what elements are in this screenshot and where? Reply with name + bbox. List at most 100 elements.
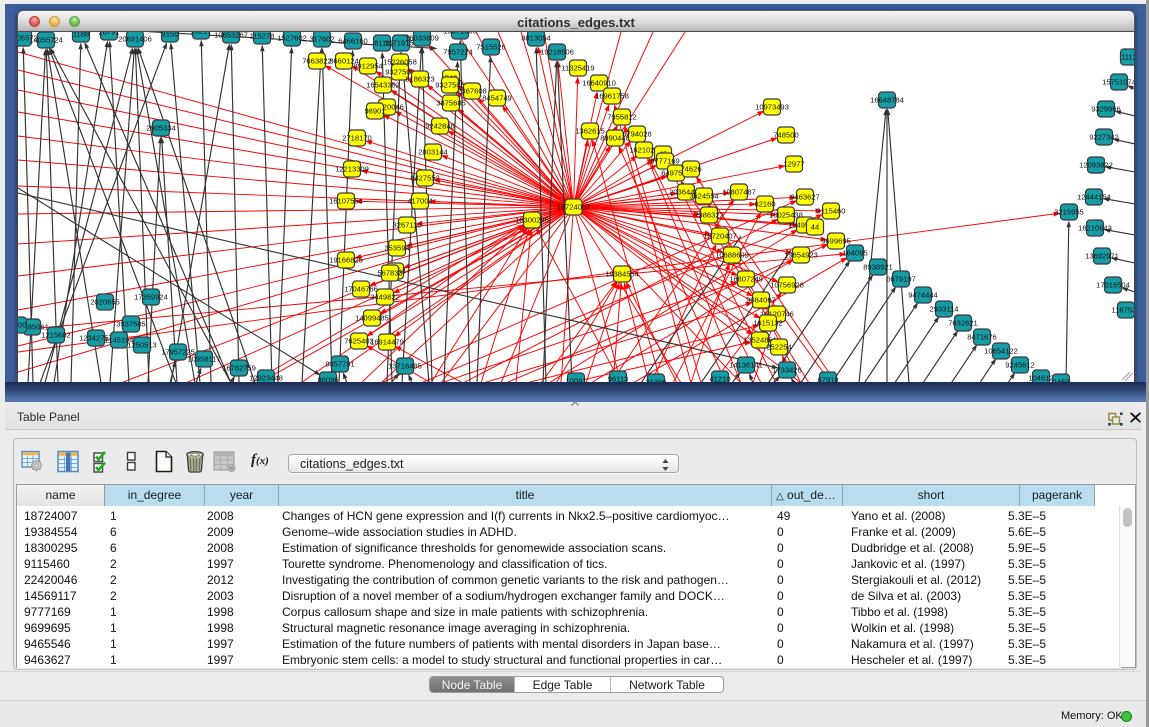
svg-text:10654122: 10654122 — [984, 346, 1018, 355]
svg-text:87918: 87918 — [817, 375, 838, 382]
svg-text:9329966: 9329966 — [1091, 104, 1121, 113]
svg-text:9242848: 9242848 — [425, 121, 455, 130]
svg-text:9245612: 9245612 — [1005, 360, 1035, 369]
svg-text:19654923: 19654923 — [784, 250, 818, 259]
svg-text:16033809: 16033809 — [405, 33, 439, 42]
svg-text:20791: 20791 — [98, 32, 119, 36]
svg-text:16671355: 16671355 — [443, 32, 477, 35]
svg-text:16648784: 16648784 — [870, 95, 904, 104]
svg-text:14136141: 14136141 — [729, 360, 763, 369]
svg-text:104612: 104612 — [1028, 373, 1053, 382]
svg-text:8471676: 8471676 — [967, 332, 997, 341]
svg-text:6679197: 6679197 — [886, 274, 916, 283]
svg-text:9084067: 9084067 — [746, 295, 776, 304]
svg-text:13692971: 13692971 — [1085, 251, 1119, 260]
svg-text:14055724: 14055724 — [29, 35, 63, 44]
svg-text:16914479: 16914479 — [370, 337, 404, 346]
svg-text:19166825: 19166825 — [329, 255, 363, 264]
svg-text:9100: 9100 — [18, 320, 26, 329]
svg-text:10756928: 10756928 — [770, 280, 804, 289]
svg-text:9463627: 9463627 — [790, 192, 820, 201]
svg-text:9457791: 9457791 — [325, 359, 355, 368]
svg-text:98901: 98901 — [364, 106, 385, 115]
svg-text:16210643: 16210643 — [1078, 223, 1112, 232]
svg-text:12444154: 12444154 — [1077, 192, 1111, 201]
svg-text:16782759: 16782759 — [222, 363, 256, 372]
svg-text:1112: 1112 — [1121, 52, 1135, 61]
svg-text:17359924: 17359924 — [134, 292, 168, 301]
svg-text:44: 44 — [811, 222, 819, 231]
svg-text:86096: 86096 — [317, 375, 338, 382]
svg-text:18724007: 18724007 — [557, 202, 591, 211]
svg-text:8813054: 8813054 — [521, 33, 551, 42]
svg-text:417004: 417004 — [407, 196, 432, 205]
svg-text:1733426: 1733426 — [772, 365, 802, 374]
svg-text:353594: 353594 — [384, 243, 409, 252]
svg-text:748500: 748500 — [773, 130, 798, 139]
svg-text:9115460: 9115460 — [817, 206, 846, 215]
svg-text:74626: 74626 — [680, 164, 701, 173]
svg-text:10807487: 10807487 — [722, 187, 756, 196]
svg-text:3875685: 3875685 — [436, 98, 466, 107]
svg-text:18300295: 18300295 — [515, 215, 549, 224]
svg-text:1188: 1188 — [73, 32, 89, 38]
svg-text:96113: 96113 — [608, 374, 629, 382]
svg-text:16961758: 16961758 — [595, 91, 629, 100]
svg-text:8186323: 8186323 — [405, 74, 435, 83]
svg-text:6794028: 6794028 — [622, 129, 652, 138]
svg-text:41210: 41210 — [709, 374, 730, 382]
svg-text:17016504: 17016504 — [1096, 280, 1130, 289]
svg-text:19218506: 19218506 — [540, 47, 574, 56]
svg-text:3624554: 3624554 — [689, 191, 719, 200]
svg-text:6466160: 6466160 — [338, 36, 368, 45]
svg-text:3937585: 3937585 — [116, 319, 146, 328]
svg-text:8938921: 8938921 — [863, 262, 893, 271]
svg-text:9777169: 9777169 — [650, 156, 680, 165]
svg-text:1167533: 1167533 — [1112, 305, 1136, 314]
svg-text:8912954: 8912954 — [353, 61, 383, 70]
svg-text:3449822: 3449822 — [370, 292, 400, 301]
svg-text:14099485: 14099485 — [355, 313, 389, 322]
svg-text:16217: 16217 — [190, 32, 211, 35]
svg-text:8454749: 8454749 — [482, 93, 512, 102]
svg-text:1215682: 1215682 — [41, 330, 71, 339]
svg-text:1527602: 1527602 — [277, 33, 307, 42]
svg-text:7957224: 7957224 — [443, 47, 473, 56]
svg-text:9150: 9150 — [162, 32, 179, 38]
svg-text:16543362: 16543362 — [366, 80, 400, 89]
svg-text:15751074: 15751074 — [1102, 77, 1135, 86]
svg-text:16107554: 16107554 — [329, 196, 363, 205]
svg-text:3215955: 3215955 — [1054, 207, 1084, 216]
svg-text:2020655: 2020655 — [90, 297, 120, 306]
svg-text:9699695: 9699695 — [821, 236, 851, 245]
svg-text:12977: 12977 — [783, 159, 804, 168]
svg-text:12093822: 12093822 — [1079, 160, 1113, 169]
svg-text:7955812: 7955812 — [607, 112, 637, 121]
svg-text:2718170: 2718170 — [342, 133, 372, 142]
svg-text:62160: 62160 — [754, 199, 775, 208]
svg-text:13716485: 13716485 — [388, 361, 422, 370]
svg-text:164095: 164095 — [842, 248, 867, 257]
svg-text:7632621: 7632621 — [948, 318, 978, 327]
svg-text:10688609: 10688609 — [715, 250, 749, 259]
svg-text:19384554: 19384554 — [605, 269, 639, 278]
svg-text:18807249: 18807249 — [729, 274, 763, 283]
svg-text:12923448: 12923448 — [249, 373, 283, 382]
svg-text:7663822: 7663822 — [302, 56, 332, 65]
svg-text:11325419: 11325419 — [561, 63, 594, 72]
svg-text:2905334: 2905334 — [146, 123, 176, 132]
svg-text:2803144: 2803144 — [418, 147, 448, 156]
svg-text:1615132: 1615132 — [753, 318, 783, 327]
svg-text:252254: 252254 — [766, 342, 791, 351]
svg-text:115278: 115278 — [250, 32, 275, 40]
svg-text:16640910: 16640910 — [582, 78, 616, 87]
svg-text:12213309: 12213309 — [335, 164, 369, 173]
svg-text:3267110: 3267110 — [393, 220, 422, 229]
svg-text:20691406: 20691406 — [118, 34, 152, 43]
svg-text:7515526: 7515526 — [476, 42, 506, 51]
svg-text:2933114: 2933114 — [930, 304, 959, 313]
svg-text:10973493: 10973493 — [755, 102, 789, 111]
svg-text:10653267: 10653267 — [214, 32, 248, 39]
svg-text:9227342: 9227342 — [1089, 132, 1119, 141]
svg-text:9474444: 9474444 — [908, 290, 938, 299]
